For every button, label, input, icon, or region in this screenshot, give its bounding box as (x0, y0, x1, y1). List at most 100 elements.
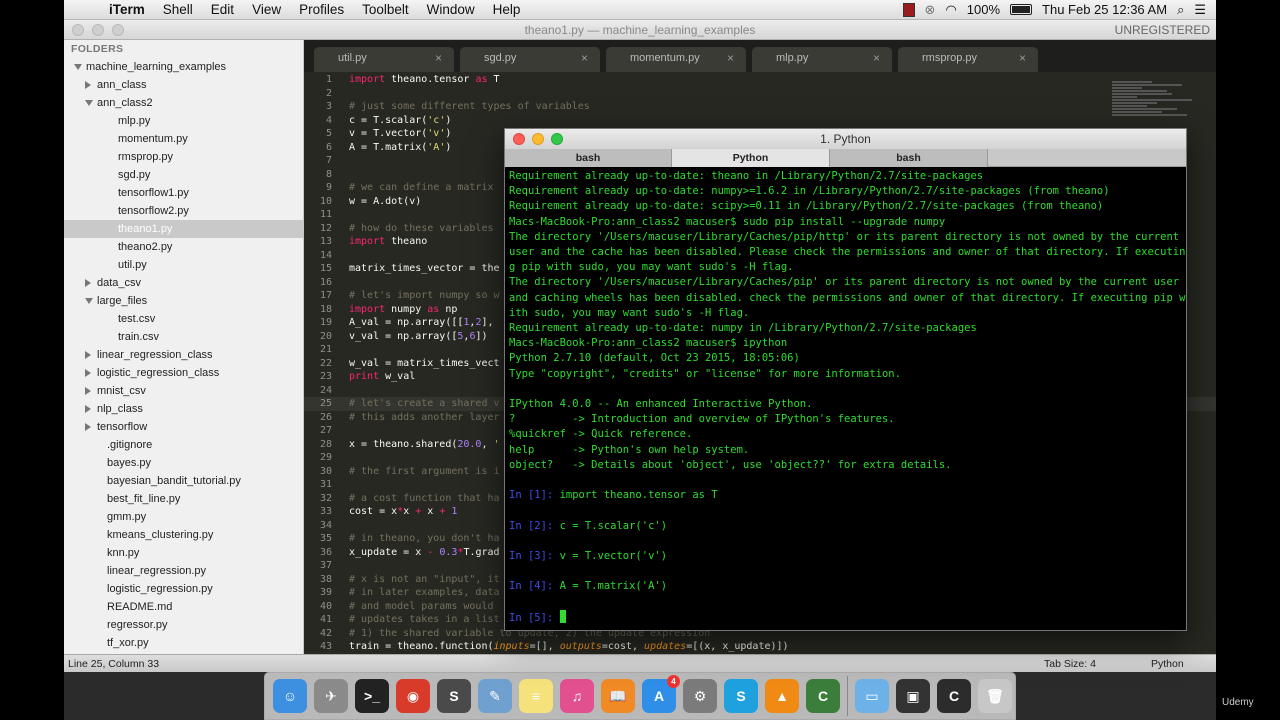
folder-item[interactable]: logistic_regression_class (64, 364, 303, 382)
spotlight-search-icon[interactable]: ⌕ (1177, 2, 1184, 18)
disclosure-open-icon[interactable] (74, 64, 82, 70)
file-item[interactable]: linear_regression.py (64, 562, 303, 580)
folder-item[interactable]: tensorflow (64, 418, 303, 436)
terminal-icon[interactable]: >_ (355, 679, 389, 713)
file-item[interactable]: theano1.py (64, 220, 303, 238)
code-line[interactable]: v = T.vector('v') (349, 127, 451, 141)
file-item[interactable]: bayesian_bandit_tutorial.py (64, 472, 303, 490)
folder-item[interactable]: mnist_csv (64, 382, 303, 400)
file-item[interactable]: knn.py (64, 544, 303, 562)
close-tab-icon[interactable]: × (1019, 47, 1026, 69)
folder-icon[interactable]: ▭ (855, 679, 889, 713)
file-item[interactable]: bayes.py (64, 454, 303, 472)
menu-window[interactable]: Window (418, 2, 484, 17)
menu-edit[interactable]: Edit (202, 2, 243, 17)
file-item[interactable]: momentum.py (64, 130, 303, 148)
screen-recording-icon[interactable]: ▣ (896, 679, 930, 713)
camtasia-recorder-icon[interactable]: C (937, 679, 971, 713)
iterm-tab-bash-1[interactable]: bash (505, 149, 672, 167)
code-line[interactable]: matrix_times_vector = the (349, 262, 500, 276)
disclosure-open-icon[interactable] (85, 298, 93, 304)
disclosure-closed-icon[interactable] (85, 279, 91, 287)
folder-item[interactable]: large_files (64, 292, 303, 310)
code-line[interactable]: x = theano.shared(20.0, ' (349, 438, 500, 452)
close-tab-icon[interactable]: × (727, 47, 734, 69)
sublime-icon[interactable]: S (437, 679, 471, 713)
code-line[interactable]: import theano (349, 235, 427, 249)
file-item[interactable]: best_fit_line.py (64, 490, 303, 508)
menu-app-name[interactable]: iTerm (100, 2, 154, 17)
folder-item[interactable]: data_csv (64, 274, 303, 292)
menu-view[interactable]: View (243, 2, 290, 17)
tab-size-selector[interactable]: Tab Size: 4 (1044, 658, 1096, 670)
folder-item[interactable]: nlp_class (64, 400, 303, 418)
code-line[interactable]: # let's import numpy so w (349, 289, 500, 303)
iterm-window[interactable]: 1. Python bash Python bash Requirement a… (504, 128, 1187, 631)
file-item[interactable]: sgd.py (64, 166, 303, 184)
menu-clock[interactable]: Thu Feb 25 12:36 AM (1042, 2, 1167, 17)
notification-center-icon[interactable]: ☰ (1194, 2, 1206, 18)
code-line[interactable]: import numpy as np (349, 303, 457, 317)
disclosure-closed-icon[interactable] (85, 423, 91, 431)
editor-tab[interactable]: rmsprop.py × (898, 47, 1038, 72)
code-line[interactable]: # in later examples, data (349, 586, 500, 600)
launchpad-icon[interactable]: ✈ (314, 679, 348, 713)
code-line[interactable]: # let's create a shared v (349, 397, 500, 411)
code-line[interactable]: # how do these variables (349, 222, 494, 236)
menu-help[interactable]: Help (484, 2, 530, 17)
close-tab-icon[interactable]: × (435, 47, 442, 69)
iterm-tab-python[interactable]: Python (672, 149, 830, 167)
preview-icon[interactable]: ✎ (478, 679, 512, 713)
disclosure-closed-icon[interactable] (85, 405, 91, 413)
disclosure-closed-icon[interactable] (85, 369, 91, 377)
file-item[interactable]: test.csv (64, 310, 303, 328)
file-item[interactable]: gmm.py (64, 508, 303, 526)
menu-shell[interactable]: Shell (154, 2, 202, 17)
iterm-tab-bash-2[interactable]: bash (830, 149, 988, 167)
code-line[interactable]: v_val = np.array([5,6]) (349, 330, 488, 344)
code-line[interactable]: w_val = matrix_times_vect (349, 357, 500, 371)
disclosure-closed-icon[interactable] (85, 81, 91, 89)
file-item[interactable]: regressor.py (64, 616, 303, 634)
folder-item[interactable]: ann_class2 (64, 94, 303, 112)
disclosure-open-icon[interactable] (85, 100, 93, 106)
code-line[interactable]: # this adds another layer (349, 411, 500, 425)
close-tab-icon[interactable]: × (581, 47, 588, 69)
file-item[interactable]: logistic_regression.py (64, 580, 303, 598)
trash-icon[interactable]: 🗑 (978, 679, 1012, 713)
syntax-selector[interactable]: Python (1151, 658, 1184, 670)
file-item[interactable]: tf_xor.py (64, 634, 303, 652)
code-line[interactable]: # updates takes in a list (349, 613, 500, 627)
finder-icon[interactable]: ☺ (273, 679, 307, 713)
code-line[interactable]: train = theano.function(inputs=[], outpu… (349, 640, 789, 654)
recording-icon[interactable] (902, 2, 915, 17)
code-line[interactable]: # in theano, you don't ha (349, 532, 500, 546)
editor-tab[interactable]: mlp.py × (752, 47, 892, 72)
notes-icon[interactable]: ≡ (519, 679, 553, 713)
code-line[interactable]: # the first argument is i (349, 465, 500, 479)
code-line[interactable]: # just some different types of variables (349, 100, 590, 114)
code-line[interactable]: A = T.matrix('A') (349, 141, 451, 155)
skype-icon[interactable]: S (724, 679, 758, 713)
disclosure-closed-icon[interactable] (85, 387, 91, 395)
code-line[interactable]: A_val = np.array([[1,2], (349, 316, 494, 330)
code-line[interactable]: c = T.scalar('c') (349, 114, 451, 128)
file-item[interactable]: tensorflow1.py (64, 184, 303, 202)
folder-item[interactable]: machine_learning_examples (64, 58, 303, 76)
menu-toolbelt[interactable]: Toolbelt (353, 2, 418, 17)
file-item[interactable]: theano2.py (64, 238, 303, 256)
ibooks-icon[interactable]: 📖 (601, 679, 635, 713)
system-preferences-icon[interactable]: ⚙ (683, 679, 717, 713)
code-line[interactable]: # and model params would (349, 600, 494, 614)
wifi-icon[interactable]: ◠ (945, 2, 956, 18)
code-line[interactable]: # we can define a matrix (349, 181, 494, 195)
menu-profiles[interactable]: Profiles (290, 2, 353, 17)
file-item[interactable]: util.py (64, 256, 303, 274)
itunes-icon[interactable]: ♫ (560, 679, 594, 713)
code-line[interactable]: cost = x*x + x + 1 (349, 505, 457, 519)
code-line[interactable]: # a cost function that ha (349, 492, 500, 506)
close-tab-icon[interactable]: × (873, 47, 880, 69)
code-line[interactable]: # x is not an "input", it (349, 573, 500, 587)
folder-item[interactable]: ann_class (64, 76, 303, 94)
camtasia-icon[interactable]: C (806, 679, 840, 713)
